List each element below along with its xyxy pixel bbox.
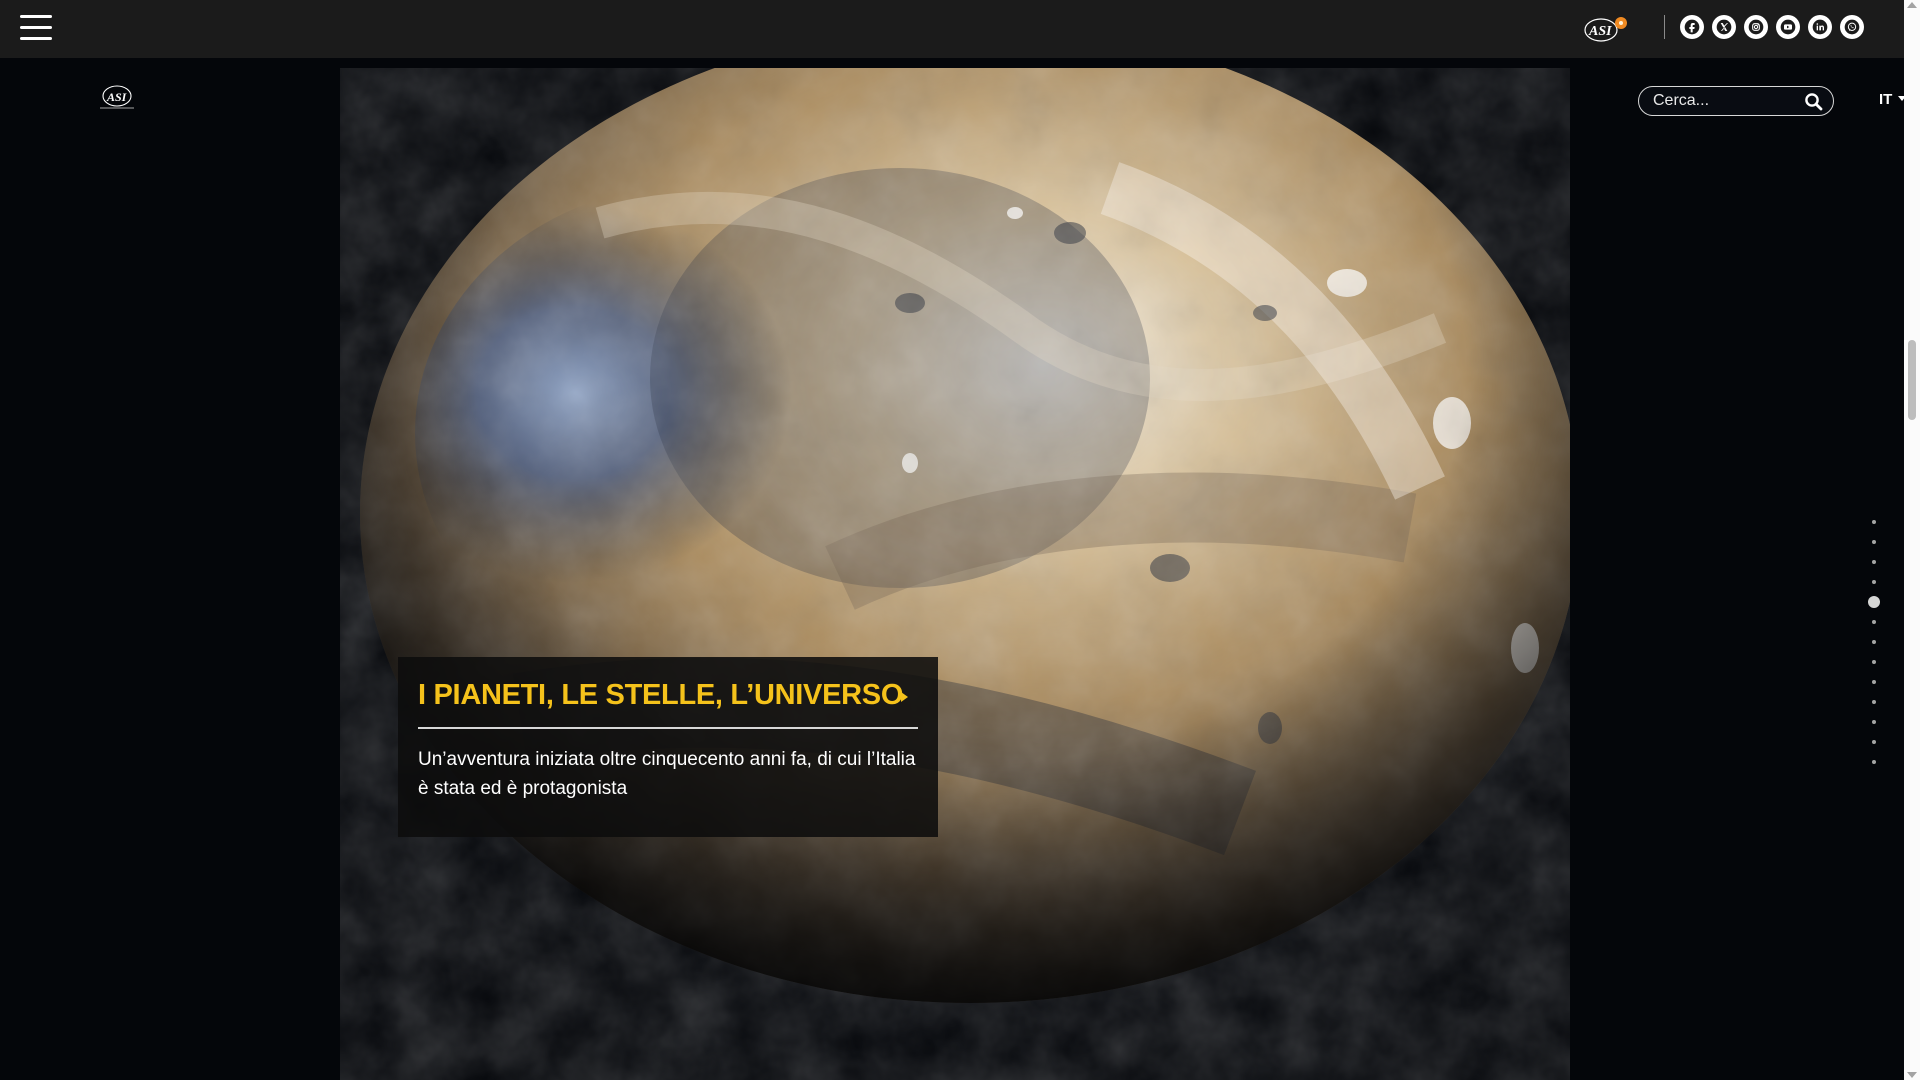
pagination-dot-11[interactable] (1872, 720, 1876, 724)
svg-text:ASI: ASI (106, 90, 128, 104)
whatsapp-icon[interactable] (1840, 15, 1864, 39)
top-bar: ASI (0, 0, 1904, 58)
asi-logo[interactable]: ASI (95, 81, 139, 111)
asi-logo-icon[interactable]: ASI (1580, 14, 1628, 44)
pagination-dot-5[interactable] (1868, 596, 1880, 608)
pagination-dot-7[interactable] (1872, 640, 1876, 644)
youtube-icon[interactable] (1776, 15, 1800, 39)
pagination-dot-13[interactable] (1872, 760, 1876, 764)
x-twitter-icon[interactable] (1712, 15, 1736, 39)
hero-title-link[interactable]: I PIANETI, LE STELLE, L’UNIVERSO (418, 679, 903, 712)
facebook-icon[interactable] (1680, 15, 1704, 39)
hero-description: Un’avventura iniziata oltre cinquecento … (418, 749, 916, 799)
planet-image (360, 68, 1570, 1003)
scrollbar-thumb[interactable] (1908, 340, 1916, 420)
pagination-dot-10[interactable] (1872, 700, 1876, 704)
linkedin-icon[interactable] (1808, 15, 1832, 39)
scroll-down-icon[interactable] (1907, 1072, 1917, 1078)
search-icon[interactable] (1804, 92, 1824, 112)
title-divider (418, 727, 918, 729)
svg-text:ASI: ASI (1588, 24, 1612, 39)
caret-right-icon[interactable] (901, 692, 908, 702)
scroll-up-icon[interactable] (1907, 2, 1917, 8)
pagination-dot-8[interactable] (1872, 660, 1876, 664)
pagination-dot-9[interactable] (1872, 680, 1876, 684)
search-box (1638, 86, 1834, 116)
pagination-dot-12[interactable] (1872, 740, 1876, 744)
pagination-dot-3[interactable] (1872, 560, 1876, 564)
instagram-icon[interactable] (1744, 15, 1768, 39)
section-pagination (1868, 520, 1880, 770)
hero-card: I PIANETI, LE STELLE, L’UNIVERSO Un’avve… (398, 657, 938, 837)
top-divider (1664, 15, 1665, 39)
hero-section: ASI IT I PIANETI, LE STELLE, L’UNIVERSO … (0, 58, 1904, 1080)
language-selector[interactable]: IT (1879, 91, 1892, 108)
pagination-dot-1[interactable] (1872, 520, 1876, 524)
pagination-dot-6[interactable] (1872, 620, 1876, 624)
page-scrollbar[interactable] (1904, 0, 1920, 1080)
hamburger-menu-icon[interactable] (20, 15, 52, 41)
pagination-dot-2[interactable] (1872, 540, 1876, 544)
search-input[interactable] (1653, 91, 1803, 111)
pagination-dot-4[interactable] (1872, 580, 1876, 584)
